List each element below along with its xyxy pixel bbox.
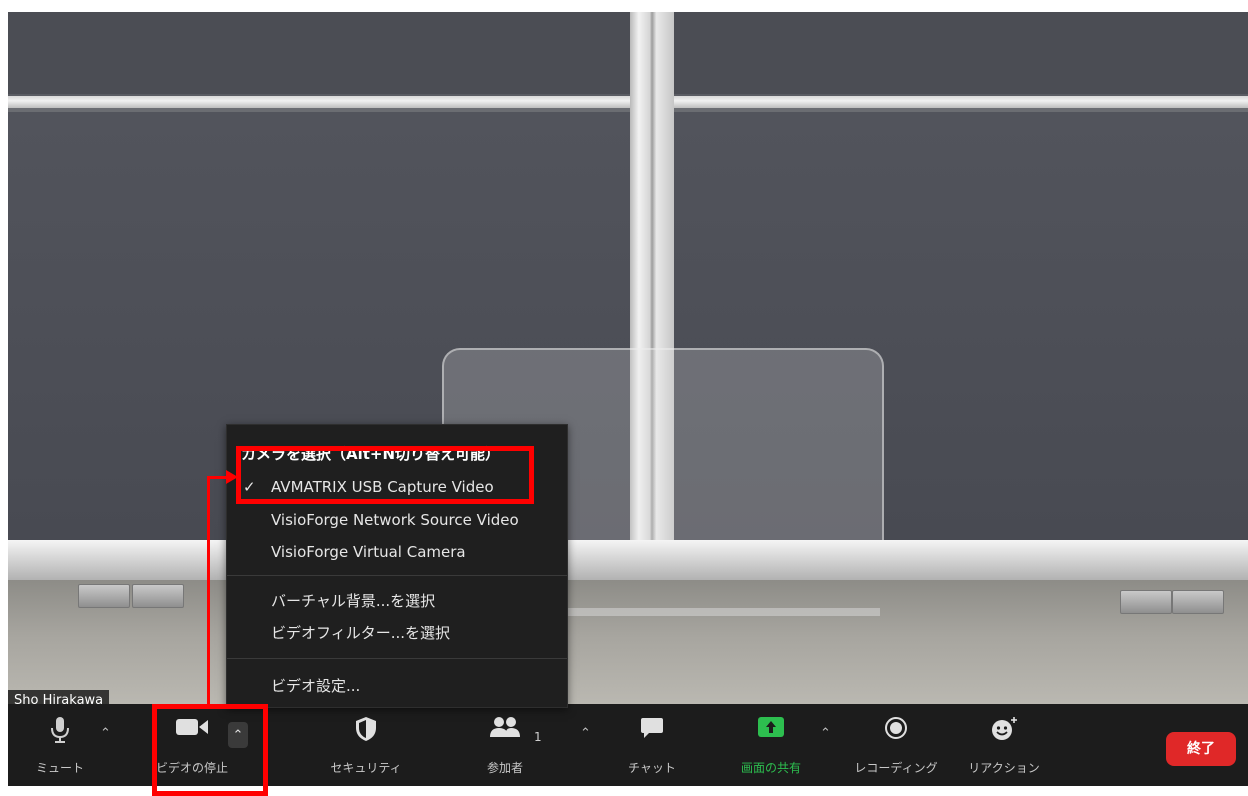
virtual-background-option[interactable]: バーチャル背景...を選択 bbox=[271, 590, 435, 611]
video-filter-option[interactable]: ビデオフィルター...を選択 bbox=[271, 622, 450, 643]
shield-icon bbox=[355, 716, 377, 746]
menu-divider bbox=[227, 658, 567, 659]
share-screen-button[interactable]: 画面の共有 bbox=[726, 704, 816, 786]
video-feed bbox=[8, 12, 1248, 704]
participants-button[interactable]: 参加者 bbox=[470, 704, 540, 786]
video-settings-option[interactable]: ビデオ設定... bbox=[271, 675, 360, 696]
record-button[interactable]: レコーディング bbox=[850, 704, 942, 786]
camera-option[interactable]: VisioForge Network Source Video bbox=[271, 511, 519, 529]
record-label: レコーディング bbox=[854, 761, 938, 775]
share-screen-label: 画面の共有 bbox=[740, 761, 801, 775]
highlight-selected-camera bbox=[236, 446, 534, 504]
participants-count: 1 bbox=[534, 730, 542, 744]
upper-wall bbox=[8, 12, 1248, 94]
chat-label: チャット bbox=[628, 761, 676, 775]
eraser bbox=[1172, 590, 1224, 614]
participants-label: 参加者 bbox=[486, 761, 523, 775]
highlight-video-button bbox=[152, 704, 268, 796]
mute-button[interactable]: ミュート bbox=[30, 704, 90, 786]
board-top-rail bbox=[8, 96, 1248, 108]
menu-divider bbox=[227, 575, 567, 576]
mute-label: ミュート bbox=[35, 761, 84, 775]
annotation-connector-line bbox=[207, 476, 210, 706]
smiley-icon bbox=[990, 716, 1018, 746]
audio-options-chevron-icon[interactable]: ⌃ bbox=[100, 726, 111, 741]
security-label: セキュリティ bbox=[330, 761, 402, 775]
chalk-tray bbox=[8, 540, 1248, 580]
microphone-icon bbox=[50, 716, 70, 748]
reaction-label: リアクション bbox=[968, 761, 1040, 775]
share-options-chevron-icon[interactable]: ⌃ bbox=[820, 726, 831, 741]
eraser bbox=[78, 584, 130, 608]
people-icon bbox=[489, 716, 521, 742]
chat-bubble-icon bbox=[640, 716, 664, 744]
security-button[interactable]: セキュリティ bbox=[326, 704, 406, 786]
share-screen-icon bbox=[757, 716, 785, 742]
reaction-button[interactable]: リアクション bbox=[964, 704, 1044, 786]
lower-wall bbox=[8, 580, 1248, 704]
annotation-arrow-icon bbox=[226, 470, 238, 484]
participants-options-chevron-icon[interactable]: ⌃ bbox=[580, 726, 591, 741]
eraser bbox=[132, 584, 184, 608]
camera-option[interactable]: VisioForge Virtual Camera bbox=[271, 543, 466, 561]
chat-button[interactable]: チャット bbox=[620, 704, 684, 786]
end-meeting-button[interactable]: 終了 bbox=[1166, 732, 1236, 766]
record-icon bbox=[884, 716, 908, 744]
eraser bbox=[1120, 590, 1172, 614]
